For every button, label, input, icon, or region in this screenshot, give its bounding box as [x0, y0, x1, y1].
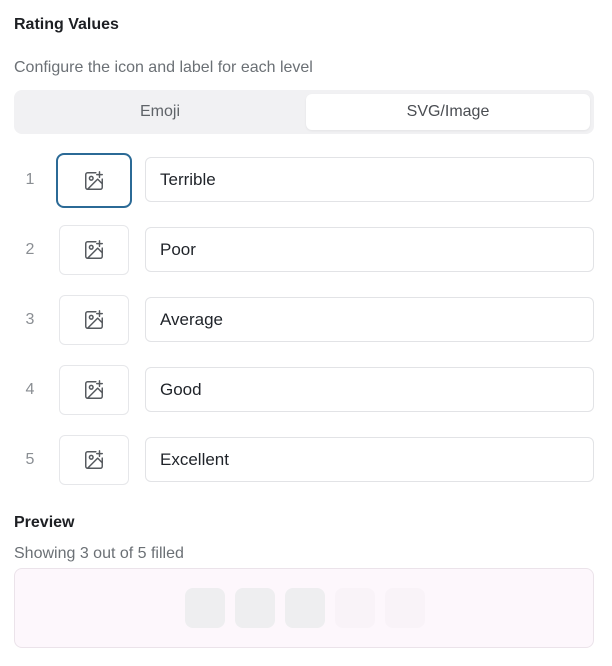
level-label-input[interactable] [145, 297, 594, 342]
image-add-icon [85, 240, 103, 259]
preview-slot-filled [285, 588, 325, 628]
upload-icon-button[interactable] [56, 153, 132, 208]
rating-level-row: 1 [0, 153, 612, 208]
level-number: 2 [25, 241, 35, 258]
level-label-input[interactable] [145, 157, 594, 202]
upload-icon-button[interactable] [59, 225, 129, 275]
preview-slot-filled [235, 588, 275, 628]
upload-icon-button[interactable] [59, 365, 129, 415]
rating-level-row: 2 [0, 225, 612, 275]
upload-icon-button[interactable] [59, 295, 129, 345]
icon-type-toggle: Emoji SVG/Image [14, 90, 594, 134]
level-number: 4 [25, 381, 35, 398]
image-add-icon [85, 450, 103, 469]
preview-title: Preview [14, 514, 75, 531]
image-add-icon [85, 310, 103, 329]
image-add-icon [85, 170, 103, 190]
level-label-input[interactable] [145, 437, 594, 482]
tab-emoji[interactable]: Emoji [18, 94, 302, 130]
level-number: 5 [25, 451, 35, 468]
rating-values-title: Rating Values [14, 16, 119, 33]
level-label-input[interactable] [145, 367, 594, 412]
upload-icon-button[interactable] [59, 435, 129, 485]
preview-slot-empty [385, 588, 425, 628]
preview-slot-filled [185, 588, 225, 628]
preview-slot-empty [335, 588, 375, 628]
level-number: 1 [25, 171, 35, 188]
rating-values-subtitle: Configure the icon and label for each le… [14, 59, 313, 76]
tab-svg-image[interactable]: SVG/Image [306, 94, 590, 130]
preview-status: Showing 3 out of 5 filled [14, 545, 184, 562]
preview-slots [185, 588, 425, 628]
rating-level-row: 5 [0, 435, 612, 485]
image-add-icon [85, 380, 103, 399]
level-number: 3 [25, 311, 35, 328]
level-label-input[interactable] [145, 227, 594, 272]
rating-level-row: 3 [0, 295, 612, 345]
rating-preview [14, 568, 594, 648]
rating-level-row: 4 [0, 365, 612, 415]
